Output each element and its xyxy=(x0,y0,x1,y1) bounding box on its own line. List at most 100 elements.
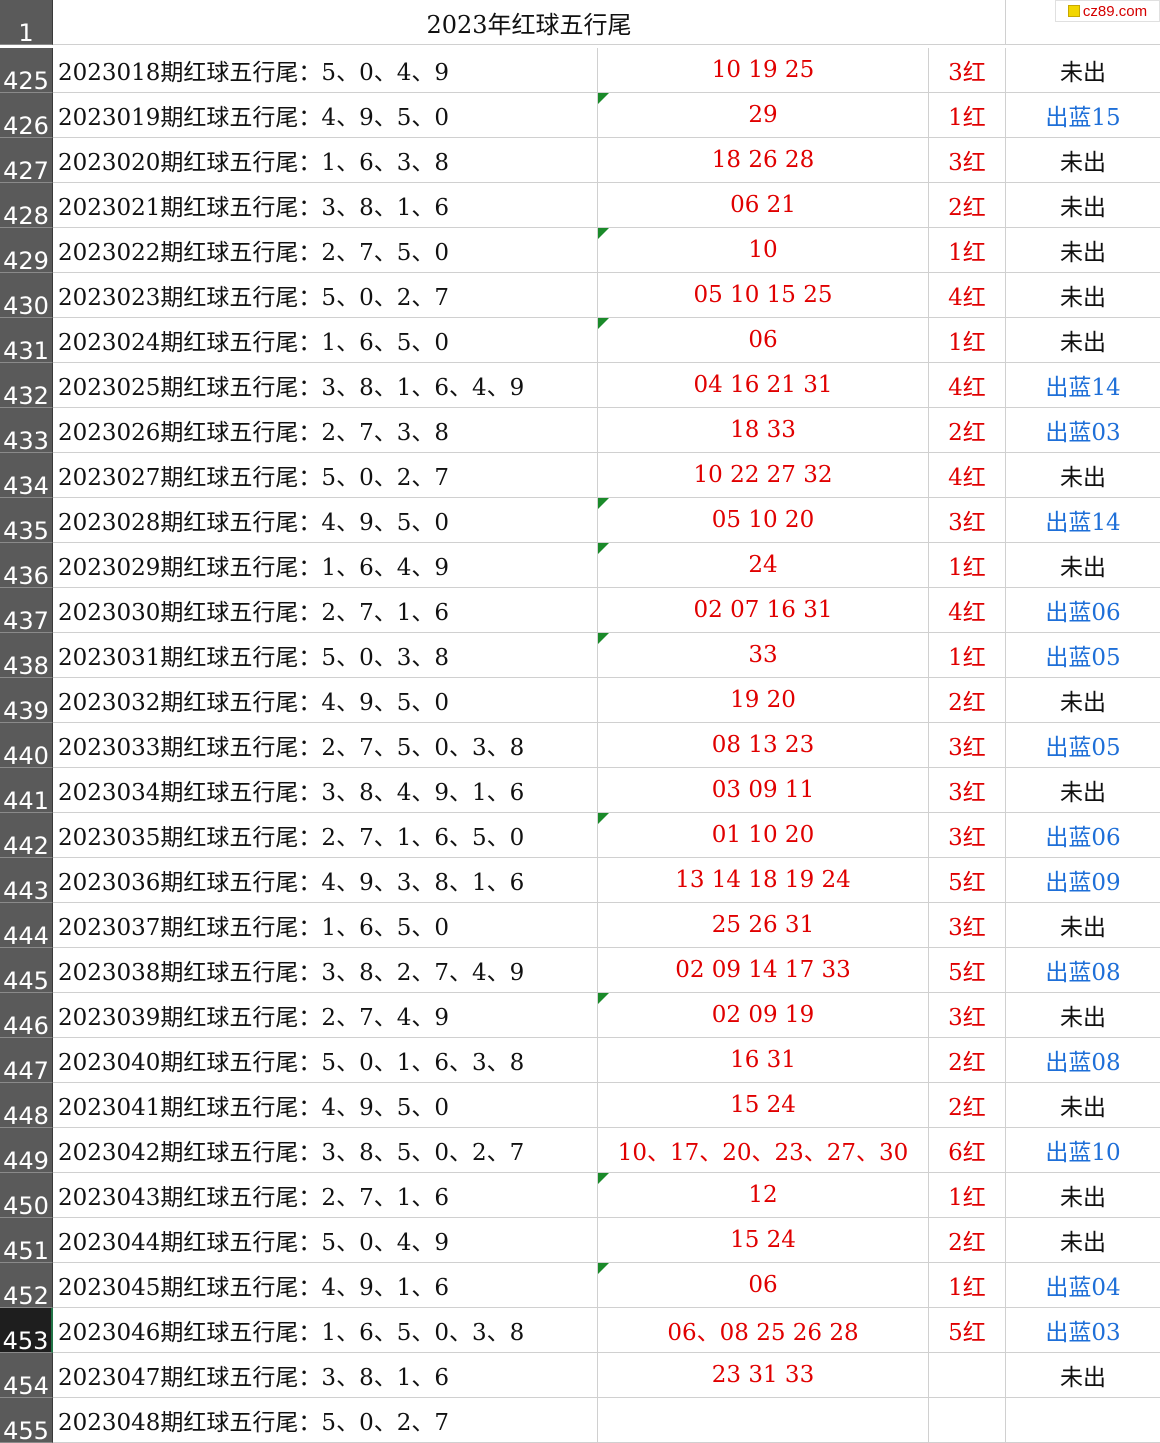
issue-cell[interactable]: 2023026期红球五行尾：2、7、3、8 xyxy=(53,408,598,453)
row-header[interactable]: 450 xyxy=(0,1173,53,1218)
row-header[interactable]: 448 xyxy=(0,1083,53,1128)
row-header[interactable]: 436 xyxy=(0,543,53,588)
red-balls-cell[interactable]: 03 09 11 xyxy=(598,768,929,813)
row-header[interactable]: 444 xyxy=(0,903,53,948)
red-balls-cell[interactable]: 02 09 19 xyxy=(598,993,929,1038)
red-count-cell[interactable]: 5红 xyxy=(929,858,1006,903)
row-header[interactable]: 438 xyxy=(0,633,53,678)
red-count-cell[interactable]: 1红 xyxy=(929,318,1006,363)
issue-cell[interactable]: 2023029期红球五行尾：1、6、4、9 xyxy=(53,543,598,588)
blue-ball-cell[interactable]: 未出 xyxy=(1006,993,1160,1038)
blue-ball-cell[interactable]: 未出 xyxy=(1006,678,1160,723)
row-header[interactable]: 431 xyxy=(0,318,53,363)
blue-ball-cell[interactable]: 未出 xyxy=(1006,543,1160,588)
blue-ball-cell[interactable]: 未出 xyxy=(1006,1083,1160,1128)
blue-ball-cell[interactable]: 出蓝06 xyxy=(1006,588,1160,633)
blue-ball-cell[interactable]: 出蓝03 xyxy=(1006,408,1160,453)
red-count-cell[interactable]: 1红 xyxy=(929,228,1006,273)
blue-ball-cell[interactable]: 出蓝05 xyxy=(1006,723,1160,768)
red-balls-cell[interactable]: 10 xyxy=(598,228,929,273)
red-count-cell[interactable]: 3红 xyxy=(929,498,1006,543)
red-balls-cell[interactable]: 02 09 14 17 33 xyxy=(598,948,929,993)
row-header[interactable]: 429 xyxy=(0,228,53,273)
blue-ball-cell[interactable]: 出蓝08 xyxy=(1006,948,1160,993)
red-balls-cell[interactable]: 10 22 27 32 xyxy=(598,453,929,498)
row-header[interactable]: 441 xyxy=(0,768,53,813)
red-count-cell[interactable]: 1红 xyxy=(929,93,1006,138)
issue-cell[interactable]: 2023037期红球五行尾：1、6、5、0 xyxy=(53,903,598,948)
red-balls-cell[interactable]: 15 24 xyxy=(598,1218,929,1263)
blue-ball-cell[interactable]: 未出 xyxy=(1006,183,1160,228)
row-header[interactable]: 449 xyxy=(0,1128,53,1173)
issue-cell[interactable]: 2023044期红球五行尾：5、0、4、9 xyxy=(53,1218,598,1263)
issue-cell[interactable]: 2023040期红球五行尾：5、0、1、6、3、8 xyxy=(53,1038,598,1083)
red-count-cell[interactable]: 1红 xyxy=(929,1173,1006,1218)
issue-cell[interactable]: 2023033期红球五行尾：2、7、5、0、3、8 xyxy=(53,723,598,768)
row-header[interactable]: 434 xyxy=(0,453,53,498)
issue-cell[interactable]: 2023028期红球五行尾：4、9、5、0 xyxy=(53,498,598,543)
red-count-cell[interactable]: 1红 xyxy=(929,1263,1006,1308)
issue-cell[interactable]: 2023025期红球五行尾：3、8、1、6、4、9 xyxy=(53,363,598,408)
issue-cell[interactable]: 2023034期红球五行尾：3、8、4、9、1、6 xyxy=(53,768,598,813)
row-header[interactable]: 446 xyxy=(0,993,53,1038)
red-balls-cell[interactable]: 04 16 21 31 xyxy=(598,363,929,408)
row-header[interactable]: 425 xyxy=(0,48,53,93)
red-balls-cell[interactable]: 15 24 xyxy=(598,1083,929,1128)
blue-ball-cell[interactable]: 未出 xyxy=(1006,1353,1160,1398)
issue-cell[interactable]: 2023031期红球五行尾：5、0、3、8 xyxy=(53,633,598,678)
red-count-cell[interactable]: 2红 xyxy=(929,1083,1006,1128)
blue-ball-cell[interactable]: 出蓝05 xyxy=(1006,633,1160,678)
red-balls-cell[interactable]: 16 31 xyxy=(598,1038,929,1083)
red-balls-cell[interactable]: 18 33 xyxy=(598,408,929,453)
row-header[interactable]: 451 xyxy=(0,1218,53,1263)
blue-ball-cell[interactable]: 出蓝09 xyxy=(1006,858,1160,903)
row-header[interactable]: 426 xyxy=(0,93,53,138)
row-header[interactable]: 455 xyxy=(0,1398,53,1443)
blue-ball-cell[interactable]: 出蓝06 xyxy=(1006,813,1160,858)
red-count-cell[interactable]: 1红 xyxy=(929,543,1006,588)
row-header[interactable]: 1 xyxy=(0,0,53,45)
red-count-cell[interactable]: 3红 xyxy=(929,768,1006,813)
red-count-cell[interactable]: 2红 xyxy=(929,183,1006,228)
issue-cell[interactable]: 2023045期红球五行尾：4、9、1、6 xyxy=(53,1263,598,1308)
row-header[interactable]: 453 xyxy=(0,1308,53,1353)
issue-cell[interactable]: 2023038期红球五行尾：3、8、2、7、4、9 xyxy=(53,948,598,993)
red-balls-cell[interactable]: 06 xyxy=(598,318,929,363)
issue-cell[interactable]: 2023021期红球五行尾：3、8、1、6 xyxy=(53,183,598,228)
red-count-cell[interactable]: 5红 xyxy=(929,948,1006,993)
blue-ball-cell[interactable]: 未出 xyxy=(1006,228,1160,273)
red-count-cell[interactable]: 4红 xyxy=(929,363,1006,408)
issue-cell[interactable]: 2023032期红球五行尾：4、9、5、0 xyxy=(53,678,598,723)
issue-cell[interactable]: 2023036期红球五行尾：4、9、3、8、1、6 xyxy=(53,858,598,903)
issue-cell[interactable]: 2023041期红球五行尾：4、9、5、0 xyxy=(53,1083,598,1128)
red-balls-cell[interactable]: 23 31 33 xyxy=(598,1353,929,1398)
red-balls-cell[interactable]: 29 xyxy=(598,93,929,138)
red-count-cell[interactable]: 4红 xyxy=(929,453,1006,498)
red-count-cell[interactable] xyxy=(929,1398,1006,1443)
issue-cell[interactable]: 2023039期红球五行尾：2、7、4、9 xyxy=(53,993,598,1038)
red-balls-cell[interactable]: 05 10 20 xyxy=(598,498,929,543)
blue-ball-cell[interactable]: 未出 xyxy=(1006,48,1160,93)
red-count-cell[interactable]: 3红 xyxy=(929,813,1006,858)
red-balls-cell[interactable]: 01 10 20 xyxy=(598,813,929,858)
row-header[interactable]: 454 xyxy=(0,1353,53,1398)
red-balls-cell[interactable]: 10、17、20、23、27、30 xyxy=(598,1128,929,1173)
blue-ball-cell[interactable]: 出蓝14 xyxy=(1006,363,1160,408)
issue-cell[interactable]: 2023023期红球五行尾：5、0、2、7 xyxy=(53,273,598,318)
issue-cell[interactable]: 2023048期红球五行尾：5、0、2、7 xyxy=(53,1398,598,1443)
red-count-cell[interactable]: 3红 xyxy=(929,138,1006,183)
red-balls-cell[interactable]: 06 21 xyxy=(598,183,929,228)
red-count-cell[interactable]: 1红 xyxy=(929,633,1006,678)
blue-ball-cell[interactable]: 未出 xyxy=(1006,273,1160,318)
red-balls-cell[interactable]: 06、08 25 26 28 xyxy=(598,1308,929,1353)
row-header[interactable]: 452 xyxy=(0,1263,53,1308)
blue-ball-cell[interactable]: 未出 xyxy=(1006,453,1160,498)
issue-cell[interactable]: 2023046期红球五行尾：1、6、5、0、3、8 xyxy=(53,1308,598,1353)
issue-cell[interactable]: 2023030期红球五行尾：2、7、1、6 xyxy=(53,588,598,633)
red-balls-cell[interactable]: 08 13 23 xyxy=(598,723,929,768)
issue-cell[interactable]: 2023019期红球五行尾：4、9、5、0 xyxy=(53,93,598,138)
red-balls-cell[interactable]: 13 14 18 19 24 xyxy=(598,858,929,903)
issue-cell[interactable]: 2023024期红球五行尾：1、6、5、0 xyxy=(53,318,598,363)
row-header[interactable]: 430 xyxy=(0,273,53,318)
row-header[interactable]: 433 xyxy=(0,408,53,453)
